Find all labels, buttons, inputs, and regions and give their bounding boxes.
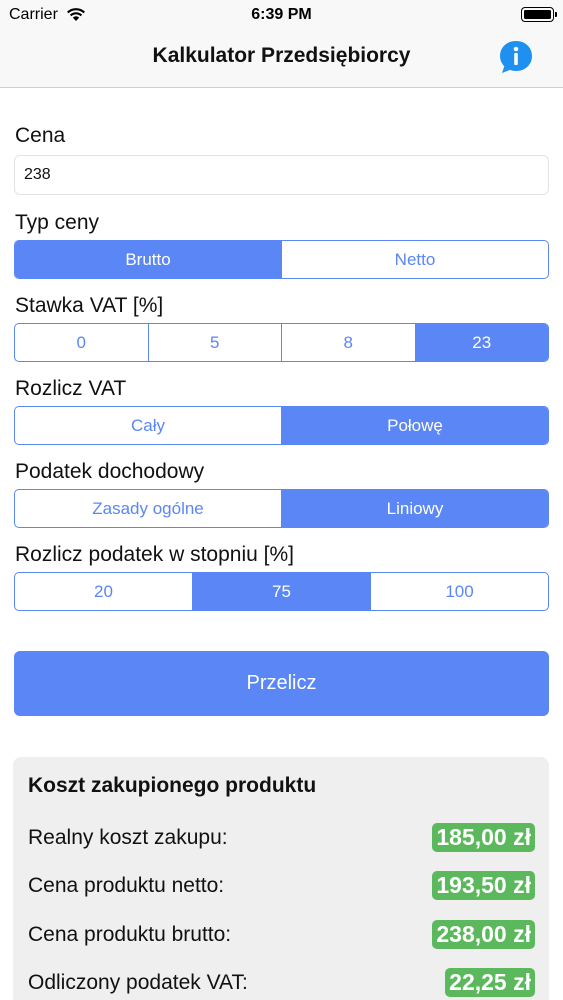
result-label: Odliczony podatek VAT: bbox=[28, 971, 248, 994]
result-label: Realny koszt zakupu: bbox=[28, 826, 228, 849]
info-icon bbox=[500, 41, 532, 73]
segment-vat-0[interactable]: 0 bbox=[15, 324, 148, 361]
result-label: Cena produktu brutto: bbox=[28, 923, 232, 946]
result-row: Cena produktu brutto: 238,00 zł bbox=[13, 918, 549, 954]
result-value-badge: 22,25 zł bbox=[445, 968, 535, 997]
result-value-badge: 238,00 zł bbox=[432, 920, 535, 949]
clock: 6:39 PM bbox=[251, 6, 312, 23]
segment-vat-8[interactable]: 8 bbox=[281, 324, 415, 361]
price-input[interactable] bbox=[14, 155, 549, 195]
segment-caly[interactable]: Cały bbox=[15, 407, 281, 444]
calculate-button[interactable]: Przelicz bbox=[14, 651, 549, 716]
segment-degree-75[interactable]: 75 bbox=[192, 573, 370, 610]
info-button[interactable] bbox=[498, 39, 534, 75]
segment-vat-5[interactable]: 5 bbox=[147, 324, 282, 361]
price-label: Cena bbox=[15, 124, 66, 147]
result-row: Odliczony podatek VAT: 22,25 zł bbox=[13, 966, 549, 1000]
vat-rate-label: Stawka VAT [%] bbox=[15, 294, 164, 317]
page-title: Kalkulator Przedsiębiorcy bbox=[152, 44, 411, 67]
segment-vat-23[interactable]: 23 bbox=[414, 324, 548, 361]
navigation-bar: Kalkulator Przedsiębiorcy bbox=[0, 30, 563, 88]
result-row: Cena produktu netto: 193,50 zł bbox=[13, 869, 549, 905]
segment-degree-100[interactable]: 100 bbox=[370, 573, 548, 610]
tax-degree-segmented-control: 20 75 100 bbox=[14, 572, 549, 611]
tax-degree-label: Rozlicz podatek w stopniu [%] bbox=[15, 543, 294, 566]
segment-netto[interactable]: Netto bbox=[281, 241, 548, 278]
result-value-badge: 185,00 zł bbox=[432, 823, 535, 852]
segment-liniowy[interactable]: Liniowy bbox=[281, 490, 548, 527]
result-label: Cena produktu netto: bbox=[28, 874, 225, 897]
segment-polowe[interactable]: Połowę bbox=[281, 407, 548, 444]
results-panel: Koszt zakupionego produktu Realny koszt … bbox=[13, 757, 549, 1000]
settle-vat-segmented-control: Cały Połowę bbox=[14, 406, 549, 445]
status-bar: Carrier 6:39 PM bbox=[0, 0, 563, 30]
battery-icon bbox=[521, 7, 557, 22]
price-type-label: Typ ceny bbox=[15, 211, 100, 234]
segment-degree-20[interactable]: 20 bbox=[15, 573, 192, 610]
segment-brutto[interactable]: Brutto bbox=[15, 241, 281, 278]
result-row: Realny koszt zakupu: 185,00 zł bbox=[13, 821, 549, 857]
results-heading: Koszt zakupionego produktu bbox=[28, 774, 317, 797]
settle-vat-label: Rozlicz VAT bbox=[15, 377, 127, 400]
income-tax-segmented-control: Zasady ogólne Liniowy bbox=[14, 489, 549, 528]
segment-zasady-ogolne[interactable]: Zasady ogólne bbox=[15, 490, 281, 527]
income-tax-label: Podatek dochodowy bbox=[15, 460, 205, 483]
price-type-segmented-control: Brutto Netto bbox=[14, 240, 549, 279]
result-value-badge: 193,50 zł bbox=[432, 871, 535, 900]
vat-rate-segmented-control: 0 5 8 23 bbox=[14, 323, 549, 362]
